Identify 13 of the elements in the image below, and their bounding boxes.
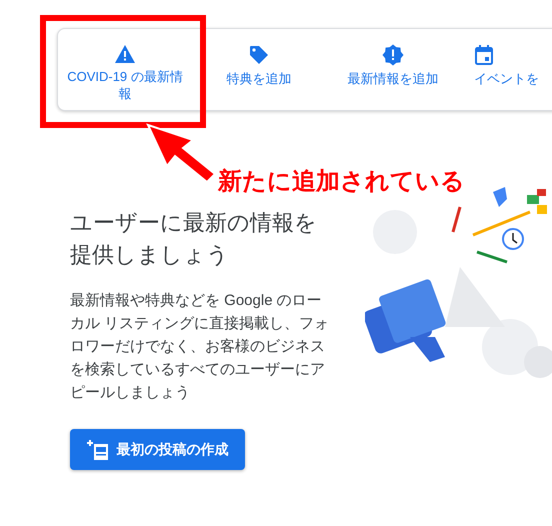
toolbar-tab[interactable]: 最新情報を追加 bbox=[326, 29, 460, 110]
heading: ユーザーに最新の情報を提供しましょう bbox=[70, 209, 318, 269]
toolbar-tab[interactable]: COVID-19 の最新情報 bbox=[58, 29, 192, 110]
create-post-button[interactable]: 最初の投稿の作成 bbox=[70, 429, 245, 470]
alert-badge-icon bbox=[382, 44, 404, 66]
toolbar-tab[interactable]: イベントを bbox=[460, 29, 552, 110]
calendar-icon bbox=[474, 44, 494, 66]
tag-icon bbox=[248, 44, 270, 66]
toolbar-tab[interactable]: 特典を追加 bbox=[192, 29, 326, 110]
add-post-icon bbox=[86, 438, 108, 460]
warning-icon bbox=[114, 44, 136, 64]
description: 最新情報や特典などを Google のローカル リスティングに直接掲載し、フォロワーだけでなく、お客様のビジネスを検索しているすべてのユーザーにアピールしましょう bbox=[70, 291, 330, 403]
annotation-label: 新たに追加されている bbox=[218, 167, 465, 197]
